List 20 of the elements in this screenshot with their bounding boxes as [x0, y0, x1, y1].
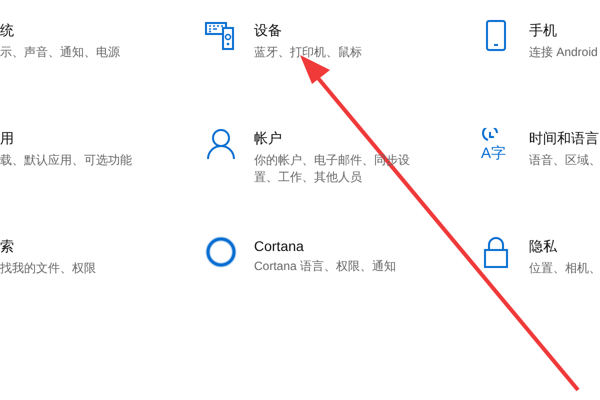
- setting-description: 找我的文件、权限: [0, 260, 96, 277]
- setting-title[interactable]: 帐户: [254, 130, 414, 148]
- setting-title[interactable]: 用: [0, 130, 132, 148]
- setting-title[interactable]: 设备: [254, 22, 362, 40]
- setting-title[interactable]: 统: [0, 22, 120, 40]
- setting-description: 载、默认应用、可选功能: [0, 152, 132, 169]
- setting-description: Cortana 语言、权限、通知: [254, 258, 396, 275]
- setting-description: 位置、相机、: [529, 260, 600, 277]
- setting-title[interactable]: 时间和语言: [529, 130, 600, 148]
- keyboard-speaker-icon: [205, 20, 237, 52]
- person-icon: [205, 128, 237, 160]
- setting-title[interactable]: Cortana: [254, 238, 396, 254]
- ring-icon: [205, 236, 237, 268]
- setting-description: 蓝牙、打印机、鼠标: [254, 44, 362, 61]
- setting-description: 示、声音、通知、电源: [0, 44, 120, 61]
- setting-description: 语音、区域、: [529, 152, 600, 169]
- setting-title[interactable]: 手机: [529, 22, 598, 40]
- setting-description: 连接 Android: [529, 44, 598, 61]
- setting-title[interactable]: 隐私: [529, 238, 600, 256]
- setting-title[interactable]: 索: [0, 238, 96, 256]
